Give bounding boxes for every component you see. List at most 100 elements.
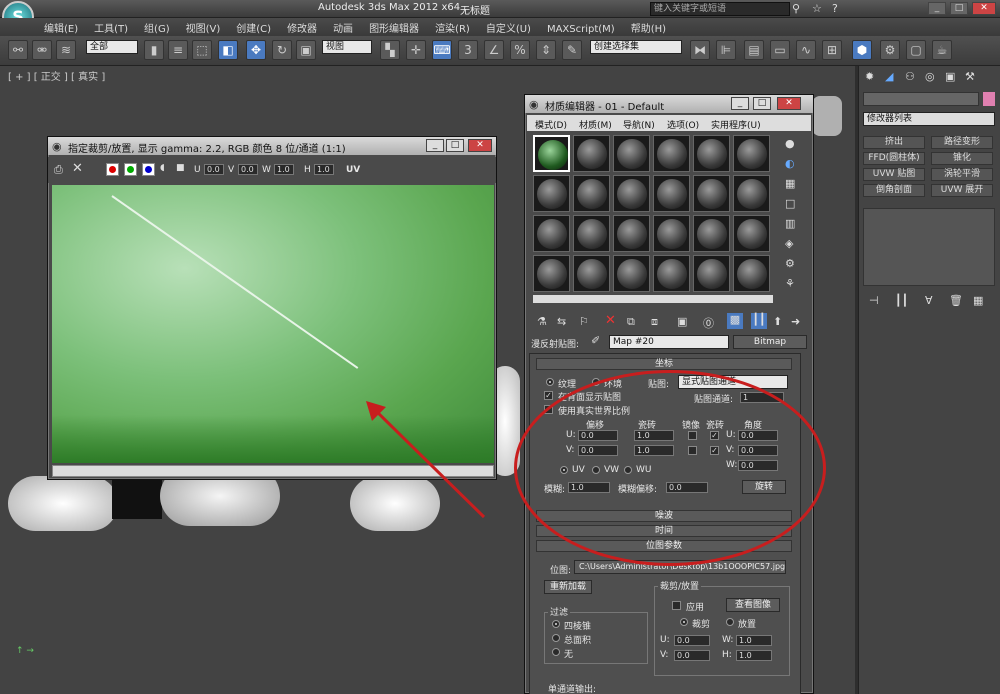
reset-map-icon[interactable]: ✕	[605, 313, 616, 328]
reload-button[interactable]: 重新加载	[544, 580, 592, 594]
pyramidal-radio[interactable]	[552, 620, 560, 628]
show-map-in-viewport-icon[interactable]: ▩	[727, 313, 743, 329]
bitmap-close-button[interactable]: ✕	[468, 139, 492, 152]
angle-snap-icon[interactable]: ∠	[484, 40, 504, 60]
sample-slot-01[interactable]	[533, 135, 570, 172]
mono-toggle-icon[interactable]: ■	[176, 163, 185, 173]
sample-slot[interactable]	[613, 215, 650, 252]
copy-material-icon[interactable]: ⧉	[627, 315, 635, 329]
slots-scrollbar[interactable]	[533, 295, 773, 303]
create-tab-icon[interactable]: ✹	[865, 70, 874, 83]
extrude-button[interactable]: 挤出	[863, 136, 925, 149]
sample-slot[interactable]	[733, 215, 770, 252]
sample-slot[interactable]	[653, 135, 690, 172]
bind-space-warp-icon[interactable]: ≋	[56, 40, 76, 60]
crop-w-spinner[interactable]: 1.0	[274, 164, 294, 175]
percent-snap-icon[interactable]: %	[510, 40, 530, 60]
edit-named-sel-icon[interactable]: ✎	[562, 40, 582, 60]
uvw-map-button[interactable]: UVW 贴图	[863, 168, 925, 181]
menu-rendering[interactable]: 渲染(R)	[427, 18, 478, 37]
sample-slot[interactable]	[693, 255, 730, 292]
menu-graph-editors[interactable]: 图形编辑器	[361, 18, 427, 37]
menu-mode[interactable]: 模式(D)	[535, 118, 567, 131]
select-scale-icon[interactable]: ▣	[296, 40, 316, 60]
crop-h-spinner[interactable]: 1.0	[314, 164, 334, 175]
place-radio[interactable]	[726, 618, 734, 626]
sample-slot[interactable]	[693, 175, 730, 212]
modify-tab-icon[interactable]: ◢	[885, 70, 893, 83]
menu-options[interactable]: 选项(O)	[667, 118, 699, 131]
red-channel-toggle[interactable]	[106, 163, 119, 176]
alpha-toggle-icon[interactable]: ◖	[160, 163, 165, 173]
menu-help[interactable]: 帮助(H)	[623, 18, 674, 37]
summed-area-radio[interactable]	[552, 634, 560, 642]
select-by-material-icon[interactable]: ⚘	[785, 277, 795, 290]
minimize-button[interactable]: _	[928, 2, 946, 15]
mat-maximize-button[interactable]: □	[753, 97, 771, 110]
apply-checkbox[interactable]	[672, 601, 681, 610]
mat-close-button[interactable]: ✕	[777, 97, 801, 110]
sample-slot[interactable]	[573, 175, 610, 212]
sample-slot[interactable]	[533, 175, 570, 212]
selection-filter-dropdown[interactable]: 全部	[86, 40, 138, 54]
pivot-center-icon[interactable]: ▚	[380, 40, 400, 60]
object-name-field[interactable]	[863, 92, 979, 106]
put-to-library-icon[interactable]: ▣	[677, 315, 687, 328]
select-object-icon[interactable]: ▮	[144, 40, 164, 60]
viewport-label[interactable]: [ + ] [ 正交 ] [ 真实 ]	[8, 68, 105, 83]
put-to-scene-icon[interactable]: ⇆	[557, 315, 566, 328]
modifier-stack[interactable]	[863, 208, 995, 286]
crop-v-spinner[interactable]: 0.0	[674, 650, 710, 661]
clear-icon[interactable]: ✕	[72, 161, 83, 176]
render-setup-icon[interactable]: ⚙	[880, 40, 900, 60]
star-icon[interactable]: ☆	[812, 2, 822, 15]
make-unique-icon[interactable]: ∀	[925, 294, 933, 307]
menu-animation[interactable]: 动画	[325, 18, 361, 37]
crop-radio[interactable]	[680, 618, 688, 626]
sample-slot[interactable]	[653, 175, 690, 212]
sample-slot[interactable]	[533, 215, 570, 252]
named-selection-dropdown[interactable]: 创建选择集	[590, 40, 682, 54]
show-end-result-icon[interactable]: ┃┃	[751, 313, 767, 329]
menu-customize[interactable]: 自定义(U)	[478, 18, 539, 37]
menu-maxscript[interactable]: MAXScript(M)	[539, 22, 623, 37]
menu-group[interactable]: 组(G)	[136, 18, 178, 37]
coordinates-rollout-header[interactable]: 坐标	[536, 358, 792, 370]
select-manipulate-icon[interactable]: ✛	[406, 40, 426, 60]
sample-slot[interactable]	[573, 135, 610, 172]
taper-button[interactable]: 锥化	[931, 152, 993, 165]
go-forward-sibling-icon[interactable]: ➜	[791, 315, 800, 328]
select-by-name-icon[interactable]: ≡	[168, 40, 188, 60]
link-icon[interactable]: ⚯	[8, 40, 28, 60]
remove-modifier-icon[interactable]: 🗑	[949, 294, 963, 307]
sample-slot[interactable]	[573, 255, 610, 292]
background-icon[interactable]: ▦	[785, 177, 795, 190]
video-color-icon[interactable]: ▥	[785, 217, 795, 230]
uv-label[interactable]: UV	[346, 165, 360, 175]
material-editor-icon[interactable]: ⬢	[852, 40, 872, 60]
blue-channel-toggle[interactable]	[142, 163, 155, 176]
search-input[interactable]: 键入关键字或短语	[650, 2, 790, 16]
make-unique-icon[interactable]: ⧈	[651, 315, 658, 329]
viewcube-icon[interactable]	[812, 96, 842, 136]
no-filter-radio[interactable]	[552, 648, 560, 656]
hierarchy-tab-icon[interactable]: ⚇	[905, 70, 915, 83]
turbosmooth-button[interactable]: 涡轮平滑	[931, 168, 993, 181]
crop-u-spinner[interactable]: 0.0	[204, 164, 224, 175]
sample-type-icon[interactable]: ●	[785, 137, 795, 150]
make-preview-icon[interactable]: ◈	[785, 237, 793, 250]
ffd-cyl-button[interactable]: FFD(圆柱体)	[863, 152, 925, 165]
keyboard-shortcut-icon[interactable]: ⌨	[432, 40, 452, 60]
go-to-parent-icon[interactable]: ⬆	[773, 315, 782, 328]
sample-slot[interactable]	[733, 135, 770, 172]
uv-tiling-icon[interactable]: □	[785, 197, 795, 210]
curve-editor-icon[interactable]: ∿	[796, 40, 816, 60]
motion-tab-icon[interactable]: ◎	[925, 70, 935, 83]
ribbon-icon[interactable]: ▭	[770, 40, 790, 60]
show-end-result-icon[interactable]: ┃┃	[895, 294, 908, 307]
display-tab-icon[interactable]: ▣	[945, 70, 955, 83]
sample-slot[interactable]	[613, 255, 650, 292]
align-icon[interactable]: ⊫	[716, 40, 736, 60]
object-color-swatch[interactable]	[983, 92, 995, 106]
menu-create[interactable]: 创建(C)	[228, 18, 279, 37]
